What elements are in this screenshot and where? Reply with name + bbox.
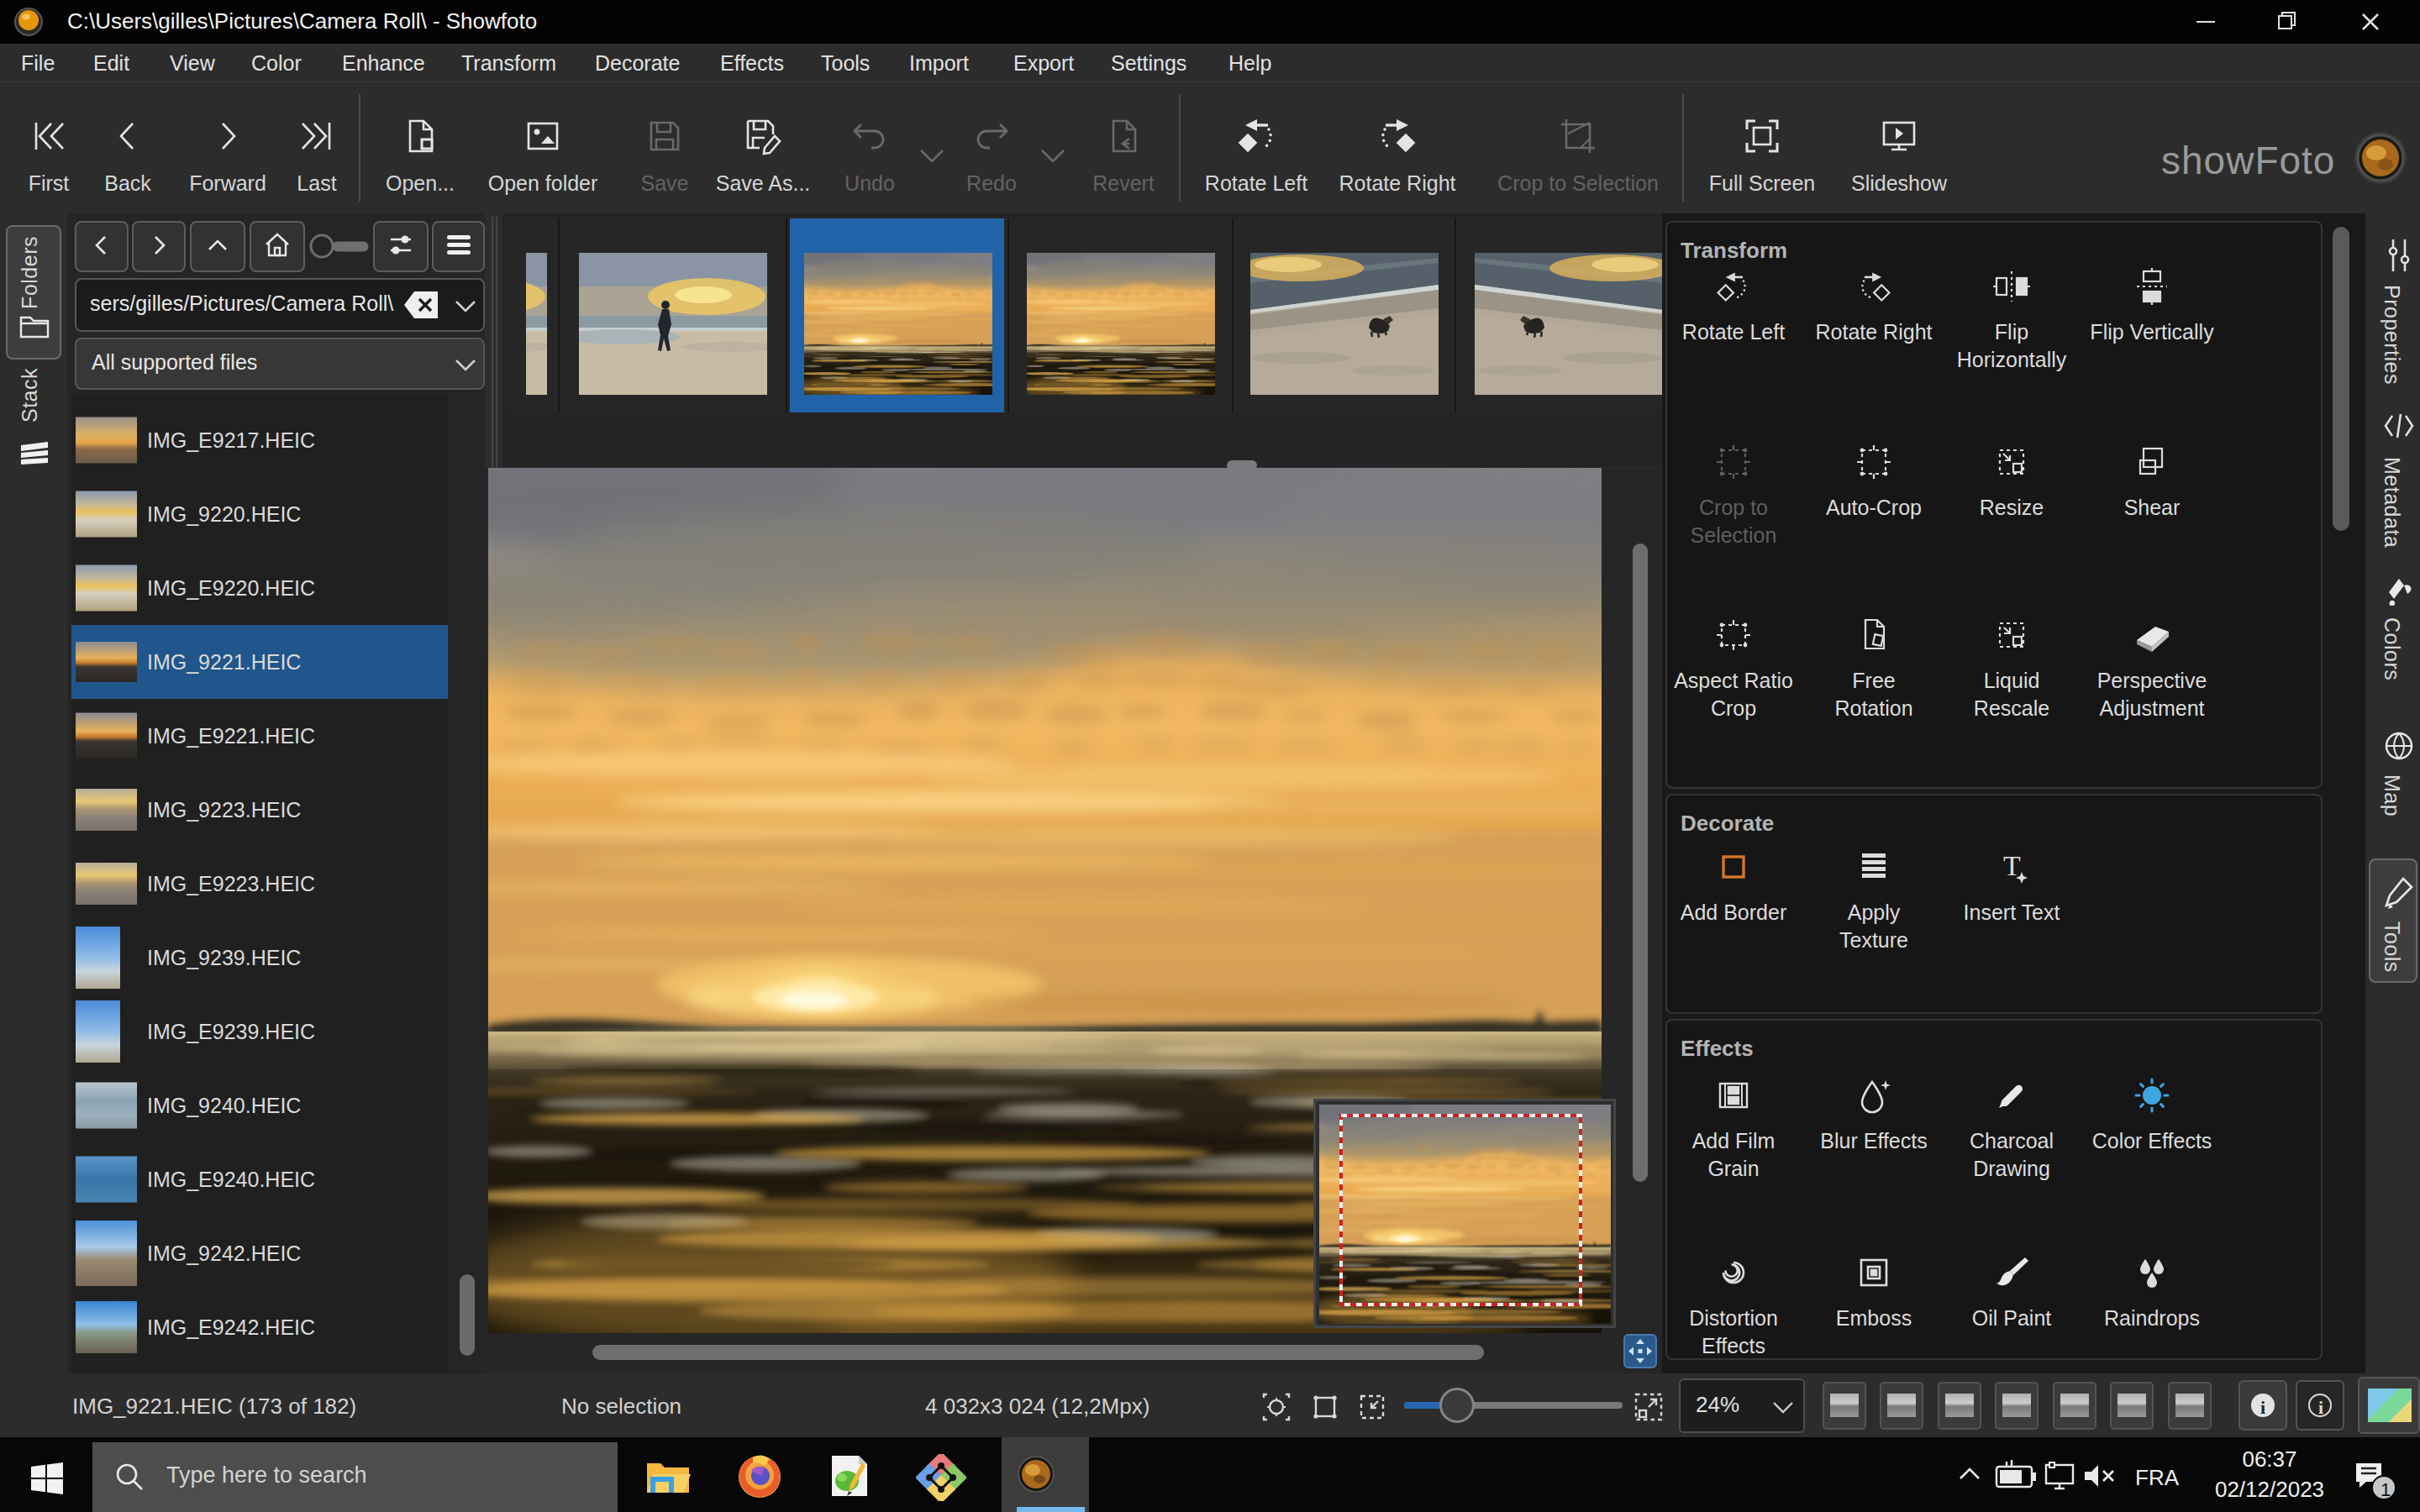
svg-text:T: T bbox=[2003, 850, 2021, 881]
